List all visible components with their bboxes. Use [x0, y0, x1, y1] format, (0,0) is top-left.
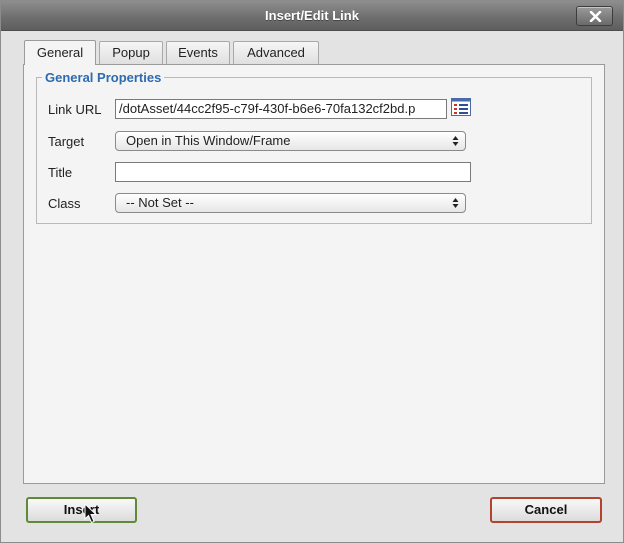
dialog-titlebar[interactable]: Insert/Edit Link: [1, 1, 623, 31]
tab-general[interactable]: General: [24, 40, 96, 65]
dialog-title: Insert/Edit Link: [265, 8, 359, 23]
link-url-input[interactable]: /dotAsset/44cc2f95-c79f-430f-b6e6-70fa13…: [115, 99, 447, 119]
target-select[interactable]: Open in This Window/Frame: [115, 131, 466, 151]
class-label: Class: [48, 196, 81, 211]
fieldset-legend: General Properties: [42, 70, 165, 85]
select-arrows-icon: [452, 136, 459, 146]
cancel-button[interactable]: Cancel: [490, 497, 602, 523]
mouse-cursor-icon: [84, 503, 98, 524]
link-url-label: Link URL: [48, 102, 102, 117]
close-x-icon: [589, 11, 602, 22]
browse-list-icon[interactable]: [451, 98, 471, 116]
select-arrows-icon: [452, 198, 459, 208]
tab-popup[interactable]: Popup: [99, 41, 163, 65]
insert-button[interactable]: Insert: [26, 497, 137, 523]
class-selected-value: -- Not Set --: [126, 195, 194, 210]
tab-events[interactable]: Events: [166, 41, 230, 65]
target-selected-value: Open in This Window/Frame: [126, 133, 291, 148]
title-input[interactable]: [115, 162, 471, 182]
close-button[interactable]: [576, 6, 613, 26]
class-select[interactable]: -- Not Set --: [115, 193, 466, 213]
target-label: Target: [48, 134, 85, 149]
insert-edit-link-dialog: Insert/Edit Link General Popup Events Ad…: [0, 0, 624, 543]
general-properties-fieldset: General Properties Link URL /dotAsset/44…: [36, 70, 592, 224]
title-label: Title: [48, 165, 73, 180]
general-tab-panel: General Properties Link URL /dotAsset/44…: [23, 64, 605, 484]
tab-advanced[interactable]: Advanced: [233, 41, 319, 65]
